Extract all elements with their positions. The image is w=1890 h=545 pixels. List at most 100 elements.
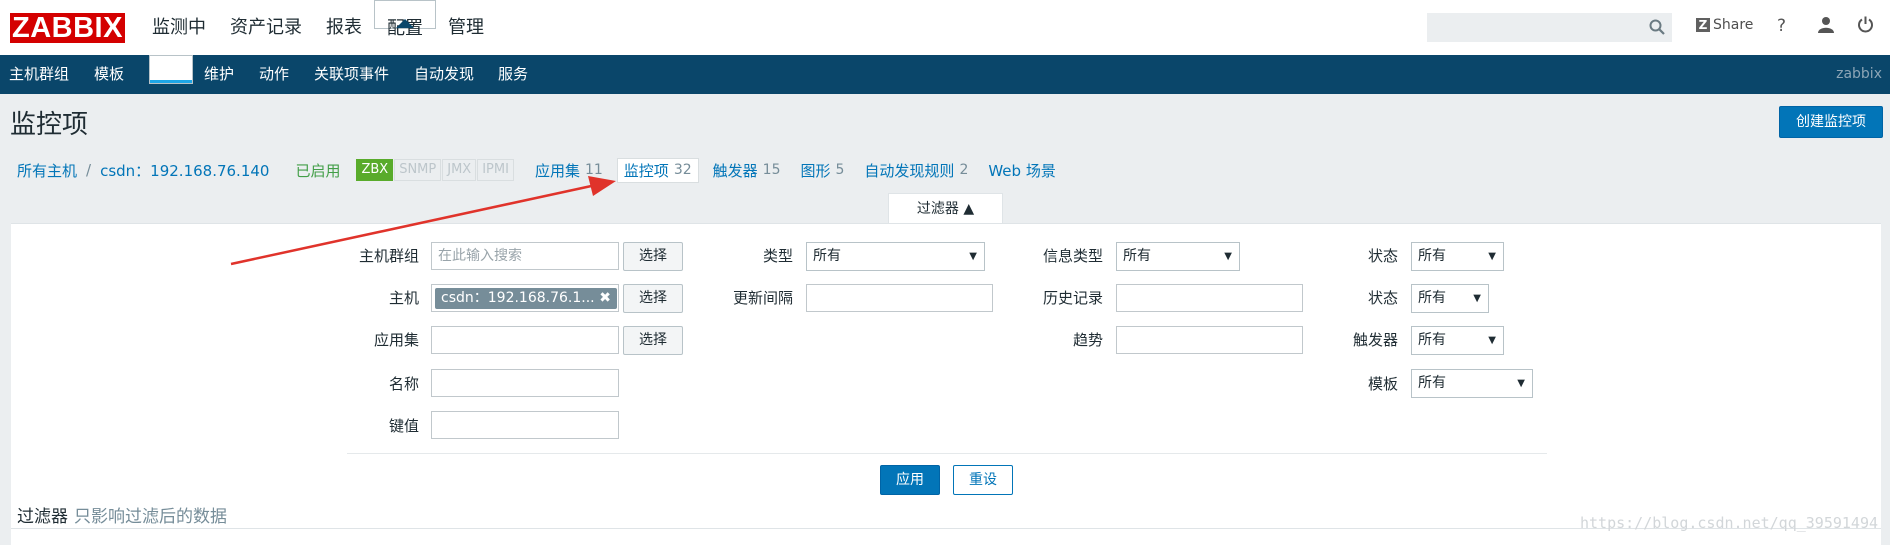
template-label: 模板 <box>1367 375 1398 393</box>
tag-jmx: JMX <box>442 159 477 181</box>
status-select-value: 所有 <box>1418 290 1446 306</box>
tab-discovery-rules-label[interactable]: 自动发现规则 <box>864 160 954 181</box>
update-interval-input[interactable] <box>806 284 993 312</box>
availability-tags: ZBX SNMP JMX IPMI <box>356 159 514 181</box>
application-input[interactable] <box>431 326 619 354</box>
tab-applications-count: 11 <box>584 162 603 178</box>
tab-graphs-label[interactable]: 图形 <box>800 160 830 181</box>
status-select[interactable]: 所有 ▼ <box>1411 284 1489 313</box>
subnav-maintenance[interactable]: 维护 <box>204 55 234 94</box>
key-label: 键值 <box>388 417 419 435</box>
dropdown-arrow-icon: ▼ <box>1488 335 1496 346</box>
host-select-button[interactable]: 选择 <box>623 284 683 313</box>
subnav-hosts[interactable]: 主机 <box>149 55 194 84</box>
dropdown-arrow-icon: ▼ <box>969 251 977 262</box>
subnav-host-groups[interactable]: 主机群组 <box>9 55 69 94</box>
dropdown-arrow-icon: ▼ <box>1488 251 1496 262</box>
update-interval-label: 更新间隔 <box>732 289 793 307</box>
tab-web-scenarios-label[interactable]: Web 场景 <box>988 160 1055 181</box>
share-button[interactable]: Z Share <box>1696 17 1753 33</box>
key-input[interactable] <box>431 411 619 439</box>
dropdown-arrow-icon: ▼ <box>1224 251 1232 262</box>
filter-note: 过滤器 只影响过滤后的数据 <box>17 502 227 527</box>
filter-toggle-tab[interactable]: 过滤器 ▲ <box>888 193 1003 223</box>
filter-note-text: 只影响过滤后的数据 <box>74 507 227 527</box>
breadcrumb: 所有主机 / csdn：192.168.76.140 已启用 ZBX SNMP … <box>17 157 1056 183</box>
tab-applications[interactable]: 应用集 11 <box>535 160 603 181</box>
user-icon[interactable] <box>1818 16 1834 38</box>
info-type-select[interactable]: 所有 ▼ <box>1116 242 1240 271</box>
share-label: Share <box>1713 17 1754 33</box>
reset-button[interactable]: 重设 <box>953 465 1013 495</box>
tag-snmp: SNMP <box>394 159 442 181</box>
apply-button[interactable]: 应用 <box>880 465 940 495</box>
page-title: 监控项 <box>10 110 89 140</box>
tab-triggers-label[interactable]: 触发器 <box>713 160 758 181</box>
power-icon[interactable] <box>1857 16 1874 38</box>
subnav-event-correlation[interactable]: 关联项事件 <box>314 55 389 94</box>
zabbix-share-icon: Z <box>1696 18 1710 32</box>
history-input[interactable] <box>1116 284 1303 312</box>
subnav-discovery[interactable]: 自动发现 <box>414 55 474 94</box>
create-item-button[interactable]: 创建监控项 <box>1779 106 1883 138</box>
chip-remove-icon[interactable]: ✖ <box>599 288 611 309</box>
tab-triggers[interactable]: 触发器 15 <box>713 160 781 181</box>
menu-monitoring[interactable]: 监测中 <box>140 0 218 55</box>
dropdown-arrow-icon: ▼ <box>1473 293 1481 304</box>
host-chip: csdn：192.168.76.1... ✖ <box>435 288 617 309</box>
sub-navigation: 主机群组 模板 主机 维护 动作 关联项事件 自动发现 服务 zabbix <box>0 55 1890 94</box>
menu-configuration[interactable]: 配置 <box>374 0 436 39</box>
tab-web-scenarios[interactable]: Web 场景 <box>988 160 1055 181</box>
top-bar: ZABBIX 监测中 资产记录 报表 配置 管理 Z Share ? <box>0 0 1890 55</box>
host-label: 主机 <box>388 289 419 307</box>
application-label: 应用集 <box>373 331 419 349</box>
triggers-select-value: 所有 <box>1418 332 1446 348</box>
info-type-label: 信息类型 <box>1042 247 1103 265</box>
search-icon[interactable] <box>1649 19 1665 39</box>
main-menu: 监测中 资产记录 报表 配置 管理 <box>140 0 496 55</box>
tag-zbx: ZBX <box>356 159 394 181</box>
name-input[interactable] <box>431 369 619 397</box>
tab-discovery-rules-count: 2 <box>959 162 969 178</box>
host-group-select-button[interactable]: 选择 <box>623 242 683 271</box>
subnav-templates[interactable]: 模板 <box>94 55 124 94</box>
subnav-actions[interactable]: 动作 <box>259 55 289 94</box>
tab-graphs[interactable]: 图形 5 <box>800 160 844 181</box>
tag-ipmi: IPMI <box>477 159 514 181</box>
host-group-input[interactable]: 在此输入搜索 <box>431 242 619 270</box>
filter-note-title: 过滤器 <box>17 507 68 527</box>
tab-applications-label[interactable]: 应用集 <box>535 160 580 181</box>
tab-items[interactable]: 监控项 32 <box>616 157 699 183</box>
menu-inventory[interactable]: 资产记录 <box>218 0 314 55</box>
help-icon[interactable]: ? <box>1777 16 1786 36</box>
menu-reports[interactable]: 报表 <box>314 0 374 55</box>
template-select-value: 所有 <box>1418 375 1446 391</box>
tab-items-label[interactable]: 监控项 <box>624 160 669 181</box>
type-select-value: 所有 <box>813 248 841 264</box>
host-status-enabled[interactable]: 已启用 <box>295 160 340 181</box>
filter-panel <box>11 223 1881 545</box>
info-type-select-value: 所有 <box>1123 248 1151 264</box>
global-search-input[interactable] <box>1427 13 1672 42</box>
tab-items-count: 32 <box>673 162 692 178</box>
zabbix-logo[interactable]: ZABBIX <box>10 13 125 43</box>
tab-discovery-rules[interactable]: 自动发现规则 2 <box>864 160 968 181</box>
host-multiselect[interactable]: csdn：192.168.76.1... ✖ <box>431 284 619 312</box>
application-select-button[interactable]: 选择 <box>623 326 683 355</box>
state-select[interactable]: 所有 ▼ <box>1411 242 1504 271</box>
breadcrumb-separator: / <box>86 161 92 179</box>
host-chip-label: csdn：192.168.76.1... <box>441 290 595 306</box>
trends-input[interactable] <box>1116 326 1303 354</box>
watermark: https://blog.csdn.net/qq_39591494 <box>1579 514 1878 532</box>
dropdown-arrow-icon: ▼ <box>1517 378 1525 389</box>
status-label: 状态 <box>1367 289 1398 307</box>
template-select[interactable]: 所有 ▼ <box>1411 369 1533 398</box>
breadcrumb-host[interactable]: csdn：192.168.76.140 <box>100 160 269 181</box>
menu-administration[interactable]: 管理 <box>436 0 496 55</box>
breadcrumb-all-hosts[interactable]: 所有主机 <box>17 160 77 181</box>
triggers-select[interactable]: 所有 ▼ <box>1411 326 1504 355</box>
current-user: zabbix <box>1836 66 1882 82</box>
host-group-label: 主机群组 <box>358 247 419 265</box>
type-select[interactable]: 所有 ▼ <box>806 242 985 271</box>
subnav-services[interactable]: 服务 <box>498 55 528 94</box>
